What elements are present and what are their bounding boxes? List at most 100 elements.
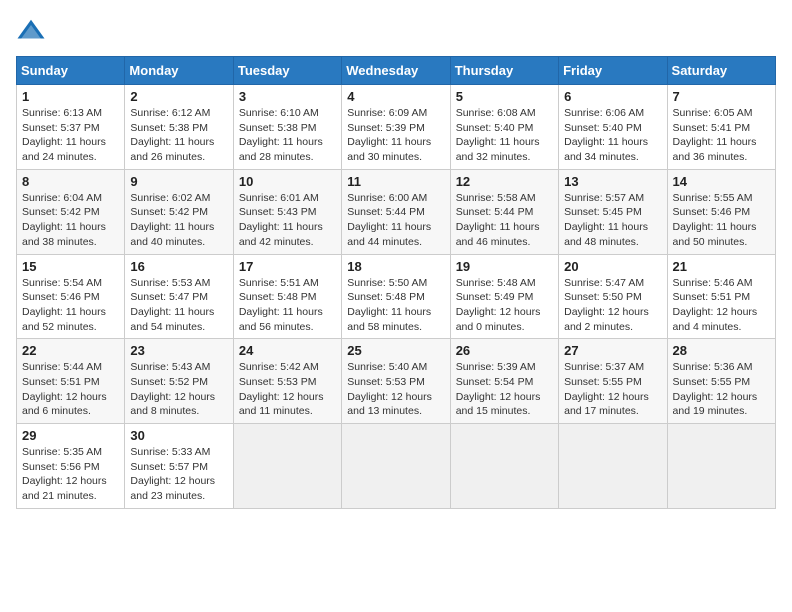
daylight-label: Daylight: 12 hours and 19 minutes. [673,391,758,418]
sunrise-label: Sunrise: 6:09 AM [347,107,427,119]
day-info: Sunrise: 5:39 AM Sunset: 5:54 PM Dayligh… [456,360,553,419]
calendar-cell: 11 Sunrise: 6:00 AM Sunset: 5:44 PM Dayl… [342,169,450,254]
day-info: Sunrise: 5:54 AM Sunset: 5:46 PM Dayligh… [22,276,119,335]
daylight-label: Daylight: 11 hours and 54 minutes. [130,306,214,333]
day-number: 3 [239,89,336,104]
sunrise-label: Sunrise: 6:01 AM [239,192,319,204]
daylight-label: Daylight: 11 hours and 40 minutes. [130,221,214,248]
calendar-cell: 18 Sunrise: 5:50 AM Sunset: 5:48 PM Dayl… [342,254,450,339]
weekday-header: Sunday [17,57,125,85]
sunrise-label: Sunrise: 5:33 AM [130,446,210,458]
daylight-label: Daylight: 12 hours and 17 minutes. [564,391,649,418]
day-info: Sunrise: 5:47 AM Sunset: 5:50 PM Dayligh… [564,276,661,335]
daylight-label: Daylight: 11 hours and 46 minutes. [456,221,540,248]
calendar-cell [559,424,667,509]
sunset-label: Sunset: 5:42 PM [130,206,208,218]
day-number: 30 [130,428,227,443]
sunset-label: Sunset: 5:49 PM [456,291,534,303]
sunrise-label: Sunrise: 6:12 AM [130,107,210,119]
day-number: 11 [347,174,444,189]
sunset-label: Sunset: 5:54 PM [456,376,534,388]
sunset-label: Sunset: 5:46 PM [22,291,100,303]
daylight-label: Daylight: 11 hours and 56 minutes. [239,306,323,333]
day-info: Sunrise: 5:51 AM Sunset: 5:48 PM Dayligh… [239,276,336,335]
sunrise-label: Sunrise: 5:51 AM [239,277,319,289]
calendar-cell: 3 Sunrise: 6:10 AM Sunset: 5:38 PM Dayli… [233,85,341,170]
day-number: 6 [564,89,661,104]
day-info: Sunrise: 5:35 AM Sunset: 5:56 PM Dayligh… [22,445,119,504]
sunset-label: Sunset: 5:42 PM [22,206,100,218]
day-info: Sunrise: 6:02 AM Sunset: 5:42 PM Dayligh… [130,191,227,250]
sunset-label: Sunset: 5:57 PM [130,461,208,473]
sunrise-label: Sunrise: 5:53 AM [130,277,210,289]
calendar-cell: 28 Sunrise: 5:36 AM Sunset: 5:55 PM Dayl… [667,339,775,424]
page-header [16,16,776,46]
sunset-label: Sunset: 5:46 PM [673,206,751,218]
calendar-cell: 26 Sunrise: 5:39 AM Sunset: 5:54 PM Dayl… [450,339,558,424]
calendar-cell: 13 Sunrise: 5:57 AM Sunset: 5:45 PM Dayl… [559,169,667,254]
daylight-label: Daylight: 12 hours and 15 minutes. [456,391,541,418]
sunset-label: Sunset: 5:40 PM [564,122,642,134]
day-number: 25 [347,343,444,358]
calendar-cell: 24 Sunrise: 5:42 AM Sunset: 5:53 PM Dayl… [233,339,341,424]
sunrise-label: Sunrise: 5:36 AM [673,361,753,373]
calendar-cell: 19 Sunrise: 5:48 AM Sunset: 5:49 PM Dayl… [450,254,558,339]
daylight-label: Daylight: 11 hours and 44 minutes. [347,221,431,248]
day-info: Sunrise: 5:44 AM Sunset: 5:51 PM Dayligh… [22,360,119,419]
daylight-label: Daylight: 12 hours and 13 minutes. [347,391,432,418]
sunrise-label: Sunrise: 5:35 AM [22,446,102,458]
day-info: Sunrise: 5:50 AM Sunset: 5:48 PM Dayligh… [347,276,444,335]
sunset-label: Sunset: 5:48 PM [239,291,317,303]
calendar-cell: 4 Sunrise: 6:09 AM Sunset: 5:39 PM Dayli… [342,85,450,170]
day-number: 22 [22,343,119,358]
calendar-cell: 25 Sunrise: 5:40 AM Sunset: 5:53 PM Dayl… [342,339,450,424]
daylight-label: Daylight: 11 hours and 24 minutes. [22,136,106,163]
daylight-label: Daylight: 11 hours and 58 minutes. [347,306,431,333]
daylight-label: Daylight: 11 hours and 38 minutes. [22,221,106,248]
calendar-cell: 7 Sunrise: 6:05 AM Sunset: 5:41 PM Dayli… [667,85,775,170]
daylight-label: Daylight: 11 hours and 32 minutes. [456,136,540,163]
sunrise-label: Sunrise: 5:48 AM [456,277,536,289]
day-info: Sunrise: 5:53 AM Sunset: 5:47 PM Dayligh… [130,276,227,335]
daylight-label: Daylight: 12 hours and 23 minutes. [130,475,215,502]
daylight-label: Daylight: 12 hours and 6 minutes. [22,391,107,418]
day-number: 16 [130,259,227,274]
day-number: 2 [130,89,227,104]
calendar-cell: 10 Sunrise: 6:01 AM Sunset: 5:43 PM Dayl… [233,169,341,254]
day-info: Sunrise: 5:42 AM Sunset: 5:53 PM Dayligh… [239,360,336,419]
day-number: 5 [456,89,553,104]
sunset-label: Sunset: 5:47 PM [130,291,208,303]
logo-icon [16,16,46,46]
day-number: 24 [239,343,336,358]
sunset-label: Sunset: 5:44 PM [347,206,425,218]
day-info: Sunrise: 6:06 AM Sunset: 5:40 PM Dayligh… [564,106,661,165]
daylight-label: Daylight: 12 hours and 8 minutes. [130,391,215,418]
day-number: 4 [347,89,444,104]
daylight-label: Daylight: 11 hours and 30 minutes. [347,136,431,163]
weekday-header: Saturday [667,57,775,85]
calendar-cell: 6 Sunrise: 6:06 AM Sunset: 5:40 PM Dayli… [559,85,667,170]
day-info: Sunrise: 6:09 AM Sunset: 5:39 PM Dayligh… [347,106,444,165]
daylight-label: Daylight: 12 hours and 2 minutes. [564,306,649,333]
sunrise-label: Sunrise: 5:42 AM [239,361,319,373]
day-number: 27 [564,343,661,358]
day-number: 21 [673,259,770,274]
sunset-label: Sunset: 5:44 PM [456,206,534,218]
sunset-label: Sunset: 5:39 PM [347,122,425,134]
day-info: Sunrise: 5:48 AM Sunset: 5:49 PM Dayligh… [456,276,553,335]
day-number: 7 [673,89,770,104]
calendar-cell [342,424,450,509]
sunset-label: Sunset: 5:55 PM [564,376,642,388]
day-info: Sunrise: 6:10 AM Sunset: 5:38 PM Dayligh… [239,106,336,165]
calendar-cell: 22 Sunrise: 5:44 AM Sunset: 5:51 PM Dayl… [17,339,125,424]
weekday-header: Tuesday [233,57,341,85]
day-number: 20 [564,259,661,274]
calendar-row: 29 Sunrise: 5:35 AM Sunset: 5:56 PM Dayl… [17,424,776,509]
sunset-label: Sunset: 5:45 PM [564,206,642,218]
day-info: Sunrise: 6:00 AM Sunset: 5:44 PM Dayligh… [347,191,444,250]
sunset-label: Sunset: 5:53 PM [239,376,317,388]
day-number: 1 [22,89,119,104]
sunset-label: Sunset: 5:38 PM [130,122,208,134]
sunset-label: Sunset: 5:50 PM [564,291,642,303]
day-info: Sunrise: 6:08 AM Sunset: 5:40 PM Dayligh… [456,106,553,165]
